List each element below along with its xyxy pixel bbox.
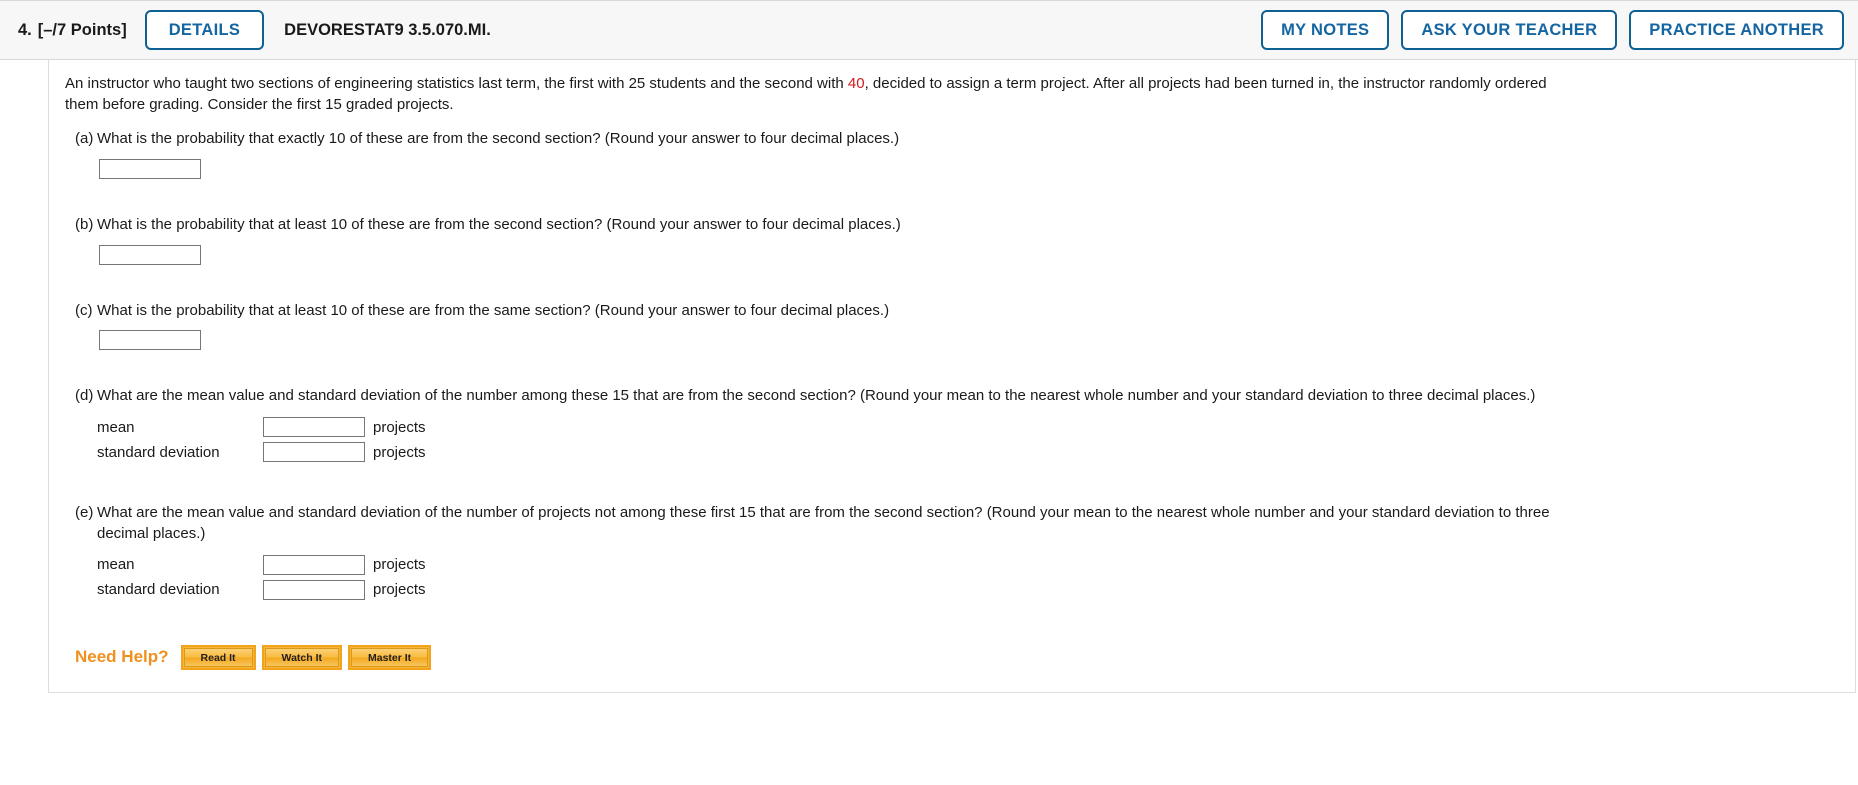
spacer-c <box>65 356 1839 386</box>
part-e-sd-input[interactable] <box>263 579 365 600</box>
part-e-mean-input[interactable] <box>263 554 365 575</box>
part-d-rows: mean projects standard deviation project… <box>97 417 1839 463</box>
part-d-label: (d) <box>75 387 94 405</box>
watch-it-label: Watch It <box>264 648 339 667</box>
part-a-answer-input[interactable] <box>99 159 201 180</box>
part-b-answer-input[interactable] <box>99 244 201 265</box>
part-e-mean-unit: projects <box>373 556 426 573</box>
need-help-label: Need Help? <box>75 647 169 667</box>
details-button[interactable]: DETAILS <box>144 10 265 50</box>
part-e-sd-row: standard deviation projects <box>97 579 1839 600</box>
part-b-label: (b) <box>75 216 94 234</box>
part-d-mean-row: mean projects <box>97 417 1839 438</box>
question-header: 4. [–/7 Points] DETAILS DEVORESTAT9 3.5.… <box>0 0 1858 60</box>
read-it-button[interactable]: Read It <box>180 644 256 670</box>
part-e-rows: mean projects standard deviation project… <box>97 554 1839 600</box>
part-d-sd-label: standard deviation <box>97 443 220 461</box>
part-d-mean-unit: projects <box>373 418 426 436</box>
watch-it-button[interactable]: Watch It <box>261 644 342 670</box>
question-number: 4. <box>18 20 32 39</box>
spacer-a <box>65 185 1839 215</box>
question-code: DEVORESTAT9 3.5.070.MI. <box>284 20 491 39</box>
part-e-sd-label: standard deviation <box>97 581 220 598</box>
part-a-text: What is the probability that exactly 10 … <box>97 130 900 148</box>
part-a-label: (a) <box>75 130 94 148</box>
part-d-sd-input[interactable] <box>263 442 365 463</box>
part-d-body: What are the mean value and standard dev… <box>97 386 1839 467</box>
spacer-b <box>65 271 1839 301</box>
need-help-section: Need Help? Read It Watch It Master It <box>75 644 1839 670</box>
part-c-body: What is the probability that at least 10… <box>97 301 1839 351</box>
part-d-mean-label: mean <box>97 418 135 436</box>
master-it-button[interactable]: Master It <box>348 644 432 670</box>
part-d-sd-unit: projects <box>373 443 426 461</box>
part-c: (c) What is the probability that at leas… <box>65 301 1839 351</box>
part-e-body: What are the mean value and standard dev… <box>97 503 1839 604</box>
part-d-mean-input[interactable] <box>263 417 365 438</box>
stem-text-before: An instructor who taught two sections of… <box>65 75 848 92</box>
ask-your-teacher-button[interactable]: ASK YOUR TEACHER <box>1401 10 1618 50</box>
question-content: An instructor who taught two sections of… <box>49 74 1855 670</box>
my-notes-button[interactable]: MY NOTES <box>1261 10 1390 50</box>
part-c-text: What is the probability that at least 10… <box>97 301 890 319</box>
part-e-mean-label: mean <box>97 556 135 573</box>
part-b-text: What is the probability that at least 10… <box>97 216 901 234</box>
part-c-answer-input[interactable] <box>99 330 201 351</box>
part-d: (d) What are the mean value and standard… <box>65 386 1839 467</box>
header-actions: MY NOTES ASK YOUR TEACHER PRACTICE ANOTH… <box>1261 10 1844 50</box>
stem-highlight-value: 40 <box>847 75 865 92</box>
part-e-text: What are the mean value and standard dev… <box>97 504 1550 542</box>
part-a: (a) What is the probability that exactly… <box>65 129 1839 180</box>
part-b: (b) What is the probability that at leas… <box>65 215 1839 265</box>
part-e-label: (e) <box>75 504 94 522</box>
part-b-body: What is the probability that at least 10… <box>97 215 1839 265</box>
practice-another-button[interactable]: PRACTICE ANOTHER <box>1629 10 1844 50</box>
question-stem: An instructor who taught two sections of… <box>65 74 1565 115</box>
part-e-sd-unit: projects <box>373 581 426 598</box>
part-a-body: What is the probability that exactly 10 … <box>97 129 1839 180</box>
part-d-sd-row: standard deviation projects <box>97 442 1839 463</box>
spacer-e <box>65 611 1839 645</box>
read-it-label: Read It <box>183 648 253 667</box>
part-e: (e) What are the mean value and standard… <box>65 503 1839 604</box>
part-c-label: (c) <box>75 301 93 319</box>
part-d-text: What are the mean value and standard dev… <box>97 387 1536 405</box>
spacer-d <box>65 473 1839 503</box>
question-points: [–/7 Points] <box>37 20 127 39</box>
part-e-mean-row: mean projects <box>97 554 1839 575</box>
master-it-label: Master It <box>351 648 429 667</box>
question-body: An instructor who taught two sections of… <box>48 60 1856 693</box>
